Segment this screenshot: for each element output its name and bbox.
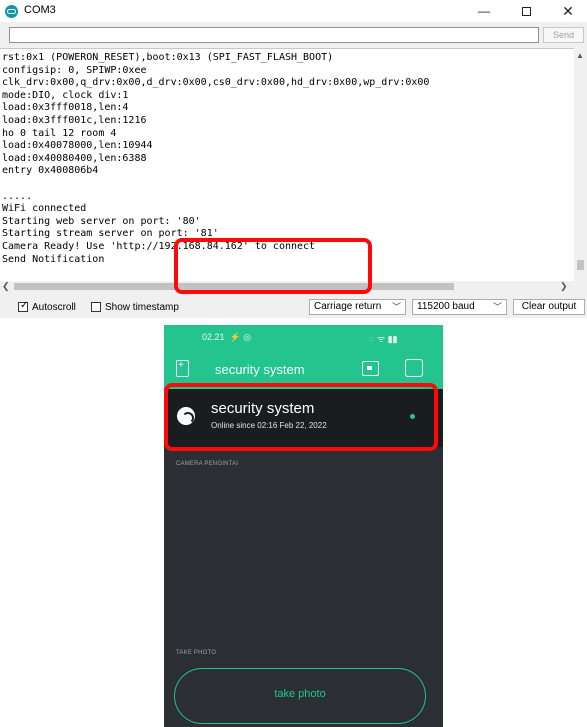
- highlight-box-device: [164, 383, 438, 451]
- vertical-scroll-thumb[interactable]: [577, 260, 584, 270]
- status-icons: ◌ ᯤ ▮▮: [369, 334, 398, 344]
- take-photo-section-label: TAKE PHOTO: [176, 650, 217, 656]
- baud-value: 115200 baud: [417, 301, 475, 312]
- autoscroll-checkbox[interactable]: ✓: [18, 300, 29, 312]
- scroll-left-icon[interactable]: ❮: [2, 281, 10, 292]
- scroll-right-icon[interactable]: ❯: [560, 281, 568, 292]
- log-line: entry 0x400806b4: [2, 165, 99, 177]
- log-line: load:0x40078000,len:10944: [2, 140, 153, 152]
- play-icon[interactable]: [405, 359, 423, 377]
- baud-select[interactable]: 115200 baud ﹀: [412, 299, 507, 315]
- app-title: security system: [215, 362, 305, 377]
- timestamp-checkbox[interactable]: [91, 302, 101, 312]
- log-line: ho 0 tail 12 room 4: [2, 127, 117, 139]
- log-line: configsip: 0, SPIWP:0xee: [2, 64, 147, 76]
- chevron-down-icon: ﹀: [492, 302, 502, 312]
- options-bar: ✓ Autoscroll Show timestamp Carriage ret…: [0, 298, 587, 318]
- camera-section-label: CAMERA PENGINTAI: [176, 461, 239, 467]
- take-photo-button[interactable]: take photo: [174, 668, 426, 724]
- status-time: 02.21 ⚡ ◎: [202, 332, 252, 342]
- minimize-button[interactable]: —: [464, 0, 504, 22]
- log-line: .....: [2, 190, 33, 202]
- log-line: load:0x3fff001c,len:1216: [2, 115, 147, 126]
- timestamp-label[interactable]: Show timestamp: [105, 302, 179, 313]
- line-ending-value: Carriage return: [314, 301, 382, 312]
- title-bar: COM3 — ✕: [0, 0, 587, 22]
- checkmark-icon: ✓: [20, 300, 29, 311]
- log-line: clk_drv:0x00,q_drv:0x00,d_drv:0x00,cs0_d…: [2, 77, 430, 89]
- clear-output-button[interactable]: Clear output: [513, 299, 585, 315]
- chevron-down-icon: ﹀: [391, 302, 401, 312]
- window-title: COM3: [24, 4, 56, 16]
- arduino-icon: [5, 5, 18, 18]
- scroll-up-icon[interactable]: ▲: [576, 51, 584, 60]
- device-icon[interactable]: [362, 361, 379, 376]
- log-line: Starting web server on port: '80': [2, 215, 201, 227]
- log-line: mode:DIO, clock div:1: [2, 89, 129, 101]
- autoscroll-label[interactable]: Autoscroll: [32, 302, 76, 313]
- status-bar: 02.21 ⚡ ◎ ◌ ᯤ ▮▮: [164, 325, 443, 351]
- line-ending-select[interactable]: Carriage return ﹀: [309, 299, 406, 315]
- log-line: WiFi connected: [2, 203, 87, 215]
- maximize-icon: [521, 7, 531, 17]
- take-photo-label: take photo: [274, 688, 326, 700]
- log-line: load:0x40080400,len:6388: [2, 152, 147, 164]
- log-line: load:0x3fff0018,len:4: [2, 102, 129, 114]
- highlight-box-ip: [174, 238, 372, 294]
- maximize-button[interactable]: [506, 0, 546, 22]
- send-input[interactable]: [9, 27, 539, 43]
- send-button[interactable]: Send: [543, 27, 584, 43]
- log-line: Send Notification: [2, 253, 105, 265]
- send-bar: Send: [0, 27, 587, 45]
- close-button[interactable]: ✕: [548, 0, 587, 22]
- vertical-scrollbar[interactable]: ▲: [574, 48, 587, 281]
- log-line: rst:0x1 (POWERON_RESET),boot:0x13 (SPI_F…: [2, 52, 334, 63]
- add-widget-icon[interactable]: [176, 360, 189, 377]
